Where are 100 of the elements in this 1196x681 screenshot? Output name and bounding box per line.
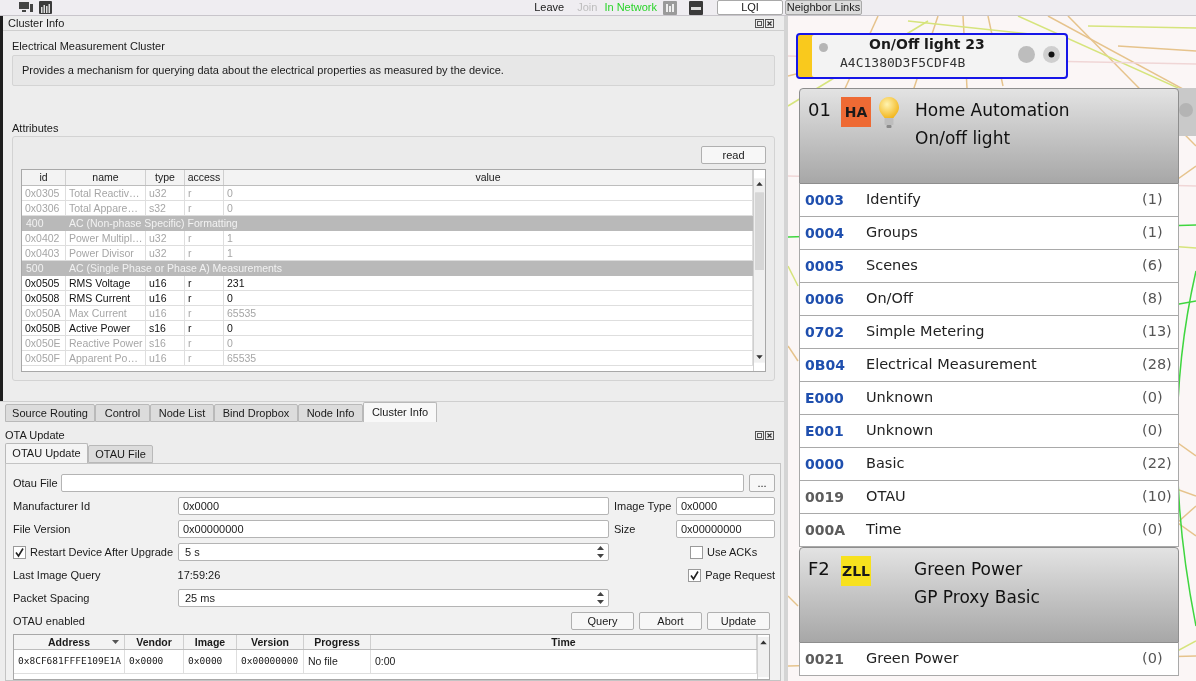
table-cell: s32 [146,201,185,215]
table-cell: Total Appare… [66,201,146,215]
bar-chart-icon[interactable] [39,1,52,14]
table-cell: Power Divisor [66,246,146,260]
table-cell: RMS Voltage [66,276,146,290]
table-cell: u32 [146,231,185,245]
table-cell: 65535 [224,306,753,320]
table-cell: 231 [224,276,753,290]
spin-arrows-icon[interactable] [596,544,605,560]
network-action-link[interactable]: Leave [534,2,565,13]
column-header[interactable]: Address [14,635,125,649]
field-label: Packet Spacing [13,590,91,606]
table-cell: 0 [224,321,753,335]
checkbox[interactable] [690,545,703,559]
view-toggle-button[interactable]: Neighbor Links [785,0,862,15]
field-label: Image Type [614,498,673,514]
cluster-name: Electrical Measurement Cluster [12,40,166,53]
table-cell: 0x00000000 [237,650,304,673]
action-button[interactable]: Abort [639,612,702,630]
input-field[interactable]: 0x00000000 [676,520,775,538]
table-cell: u16 [146,306,185,320]
field-label: Otau File [13,475,59,491]
status-label: OTAU enabled [13,613,86,629]
input-field[interactable]: 0x0000 [178,497,609,515]
column-header[interactable]: Vendor [125,635,184,649]
table-cell: 0x0508 [22,291,66,305]
checkbox[interactable] [688,568,702,582]
table-cell: s16 [146,321,185,335]
bars-tile-icon[interactable] [663,0,677,15]
vertical-scrollbar[interactable] [753,170,765,371]
dock-tab[interactable]: Control [95,404,150,422]
table-cell: 0x050E [22,336,66,350]
column-header[interactable]: type [146,170,185,185]
table-cell: 0x0505 [22,276,66,290]
table-cell: u32 [146,246,185,260]
attribute-row[interactable]: 0x050B Active Power s16 r 0 [22,321,753,336]
table-cell: Active Power [66,321,146,335]
dock-title: Cluster Info [8,17,65,29]
input-field[interactable]: 0x0000 [676,497,775,515]
attribute-row[interactable]: 0x0505 RMS Voltage u16 r 231 [22,276,753,291]
table-cell: r [185,246,224,260]
field-label: Size [614,521,637,537]
input-field[interactable] [61,474,744,492]
action-button[interactable]: Query [571,612,634,630]
spin-arrows-icon[interactable] [596,590,605,606]
checkbox-label: Use ACKs [707,544,758,560]
checkbox[interactable] [13,545,26,559]
table-cell: No file [304,650,371,673]
table-cell: Max Current [66,306,146,320]
float-icon[interactable] [755,18,764,28]
column-header[interactable]: Version [237,635,304,649]
view-toggle-button[interactable]: LQI [717,0,783,15]
panel-tab[interactable]: OTAU Update [5,443,88,463]
column-header[interactable]: Time [371,635,757,649]
column-header[interactable]: value [224,170,753,185]
table-cell: u16 [146,276,185,290]
query-time: 17:59:26 [177,567,222,583]
dock-tab[interactable]: Source Routing [5,404,95,422]
table-cell: Apparent Po… [66,351,146,365]
spin-box[interactable]: 25 ms [178,589,609,607]
close-icon[interactable] [765,18,774,28]
table-cell: Power Multipl… [66,231,146,245]
table-cell: s16 [146,336,185,350]
browse-button[interactable]: ... [749,474,775,492]
column-header[interactable]: id [22,170,66,185]
table-cell: Reactive Power [66,336,146,350]
dock-tab[interactable]: Bind Dropbox [214,404,298,422]
table-cell: 0 [224,186,753,200]
table-cell: u32 [146,186,185,200]
dock-title: OTA Update [5,430,65,441]
dock-tab[interactable]: Cluster Info [363,402,437,422]
panel-tab[interactable]: OTAU File [88,445,153,463]
field-label: Manufacturer Id [13,498,92,514]
cluster-description: Provides a mechanism for querying data about the electrical properties as measured by the device. [12,55,775,86]
attribute-row[interactable]: 0x0508 RMS Current u16 r 0 [22,291,753,306]
computer-icon[interactable] [19,1,33,14]
table-cell: u16 [146,291,185,305]
column-header[interactable]: Progress [304,635,371,649]
action-button[interactable]: Update [707,612,770,630]
float-icon[interactable] [755,431,764,440]
close-icon[interactable] [765,431,774,440]
table-cell: r [185,201,224,215]
table-cell: 0x0306 [22,201,66,215]
vertical-scrollbar[interactable] [757,635,769,679]
dock-tab[interactable]: Node List [150,404,214,422]
column-header[interactable]: name [66,170,146,185]
table-cell: 0x8CF681FFFE109E1A [14,650,125,673]
column-header[interactable]: access [185,170,224,185]
group-label: Attributes [12,122,60,135]
table-cell: 0 [224,291,753,305]
section-title: AC (Non-phase Specific) Formatting [68,218,239,229]
read-button[interactable]: read [701,146,766,164]
column-header[interactable]: Image [184,635,237,649]
dock-tab[interactable]: Node Info [298,404,363,422]
minus-icon[interactable] [689,0,703,15]
table-cell: 0 [224,336,753,350]
sort-caret-icon[interactable] [112,640,119,644]
input-field[interactable]: 0x00000000 [178,520,609,538]
spin-box[interactable]: 5 s [178,543,609,561]
table-cell: r [185,291,224,305]
